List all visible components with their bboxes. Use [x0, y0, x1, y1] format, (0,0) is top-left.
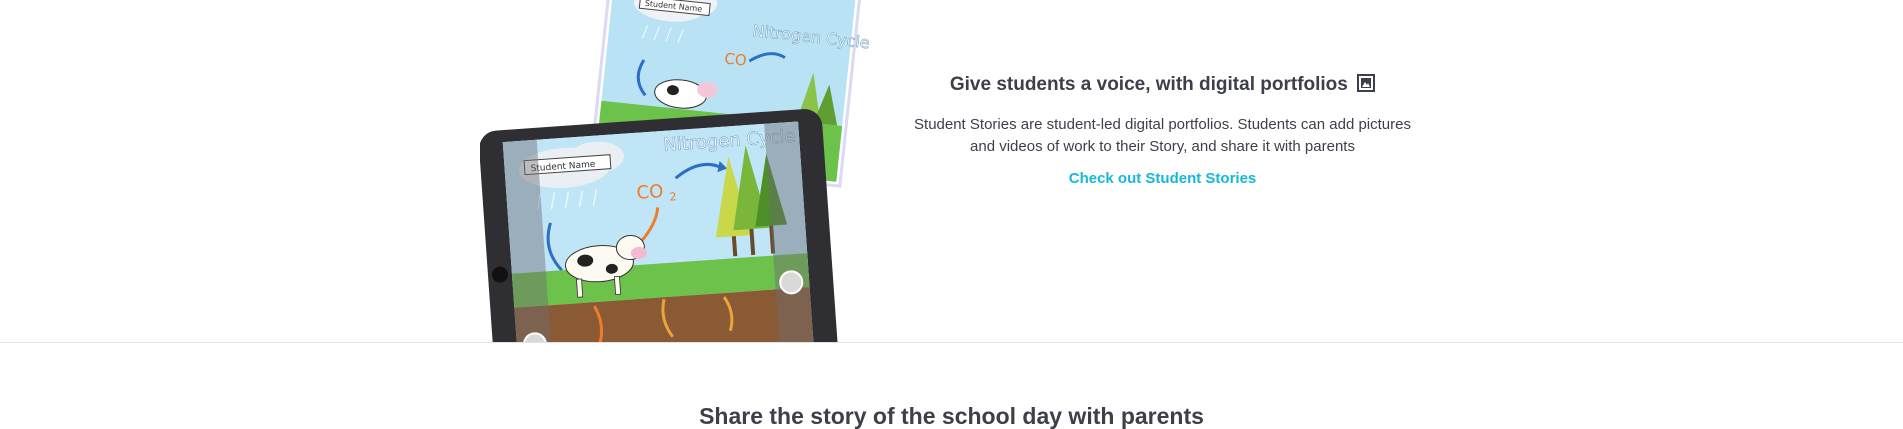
feature-description-line-2: and videos of work to their Story, and s…: [970, 138, 1355, 155]
feature-description: Student Stories are student-led digital …: [898, 114, 1428, 158]
check-out-student-stories-link[interactable]: Check out Student Stories: [1069, 168, 1257, 190]
feature-copy: Give students a voice, with digital port…: [880, 72, 1445, 190]
framed-picture-icon: [1357, 74, 1376, 100]
feature-title-text: Give students a voice, with digital port…: [949, 74, 1348, 95]
feature-title: Give students a voice, with digital port…: [880, 72, 1445, 100]
student-stories-illustration: Student Name Nitrogen Cycle CO Student N…: [480, 0, 870, 342]
section-divider: [0, 342, 1903, 343]
tablet-device: Student Name Nitrogen Cycle CO 2: [480, 109, 838, 342]
feature-description-line-1: Student Stories are student-led digital …: [914, 116, 1411, 133]
student-stories-feature: Student Name Nitrogen Cycle CO Student N…: [0, 0, 1903, 342]
page: Student Name Nitrogen Cycle CO Student N…: [0, 0, 1903, 429]
next-section-heading: Share the story of the school day with p…: [699, 403, 1204, 429]
formula-text: CO: [636, 181, 664, 204]
svg-text:CO: CO: [724, 49, 748, 69]
tablet-worksheet-image: Student Name Nitrogen Cycle CO Student N…: [480, 0, 870, 342]
formula-subscript: 2: [669, 190, 677, 203]
